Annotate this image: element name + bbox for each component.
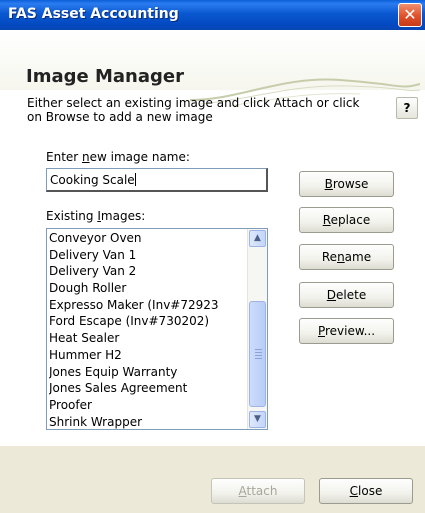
window-title: FAS Asset Accounting (8, 6, 179, 22)
replace-button[interactable]: Replace (299, 207, 394, 233)
dialog-header: Image Manager (0, 30, 425, 107)
text-caret (134, 173, 136, 186)
instructions-text: Either select an existing image and clic… (27, 96, 360, 124)
list-item[interactable]: Dough Roller (49, 280, 245, 297)
list-item[interactable]: Ford Escape (Inv#730202) (49, 313, 245, 330)
list-item[interactable]: Heat Sealer (49, 330, 245, 347)
close-window-button[interactable]: ✕ (398, 3, 422, 27)
scroll-thumb[interactable] (249, 301, 266, 407)
list-item[interactable]: Delivery Van 1 (49, 247, 245, 264)
title-bar: FAS Asset Accounting ✕ (0, 0, 425, 30)
list-scrollbar[interactable]: ▲ ▼ (247, 229, 267, 429)
grip-line (255, 355, 262, 356)
list-item[interactable]: Conveyor Oven (49, 230, 245, 247)
rename-button[interactable]: Rename (299, 244, 394, 270)
list-item[interactable]: Hummer H2 (49, 347, 245, 364)
list-item[interactable]: Proofer (49, 397, 245, 414)
attach-button[interactable]: Attach (211, 478, 305, 504)
preview-button[interactable]: Preview... (299, 318, 394, 344)
list-item[interactable]: Jones Sales Agreement (49, 380, 245, 397)
grip-line (255, 358, 262, 359)
list-item[interactable]: Jones Equip Warranty (49, 364, 245, 381)
image-name-input[interactable]: Cooking Scale (46, 168, 268, 192)
list-item[interactable]: Delivery Van 2 (49, 263, 245, 280)
scroll-down-button[interactable]: ▼ (249, 411, 266, 428)
list-item[interactable]: Expresso Maker (Inv#72923 (49, 297, 245, 314)
list-item[interactable]: Shrink Wrapper (49, 414, 245, 429)
close-icon: ✕ (403, 5, 417, 24)
grip-line (255, 352, 262, 353)
close-button[interactable]: Close (319, 478, 413, 504)
page-title: Image Manager (26, 66, 184, 87)
list-items: Conveyor Oven Delivery Van 1 Delivery Va… (49, 230, 245, 429)
image-name-value: Cooking Scale (50, 173, 135, 187)
browse-button[interactable]: Browse (299, 171, 394, 197)
help-button[interactable]: ? (396, 97, 418, 119)
existing-images-label: Existing Images: (46, 209, 146, 223)
new-image-name-label: Enter new image name: (46, 150, 190, 164)
scroll-up-button[interactable]: ▲ (249, 230, 266, 247)
existing-images-list[interactable]: Conveyor Oven Delivery Van 1 Delivery Va… (46, 228, 268, 430)
arrow-down-icon: ▼ (254, 414, 261, 424)
grip-line (255, 349, 262, 350)
delete-button[interactable]: Delete (299, 282, 394, 308)
arrow-up-icon: ▲ (254, 233, 261, 243)
